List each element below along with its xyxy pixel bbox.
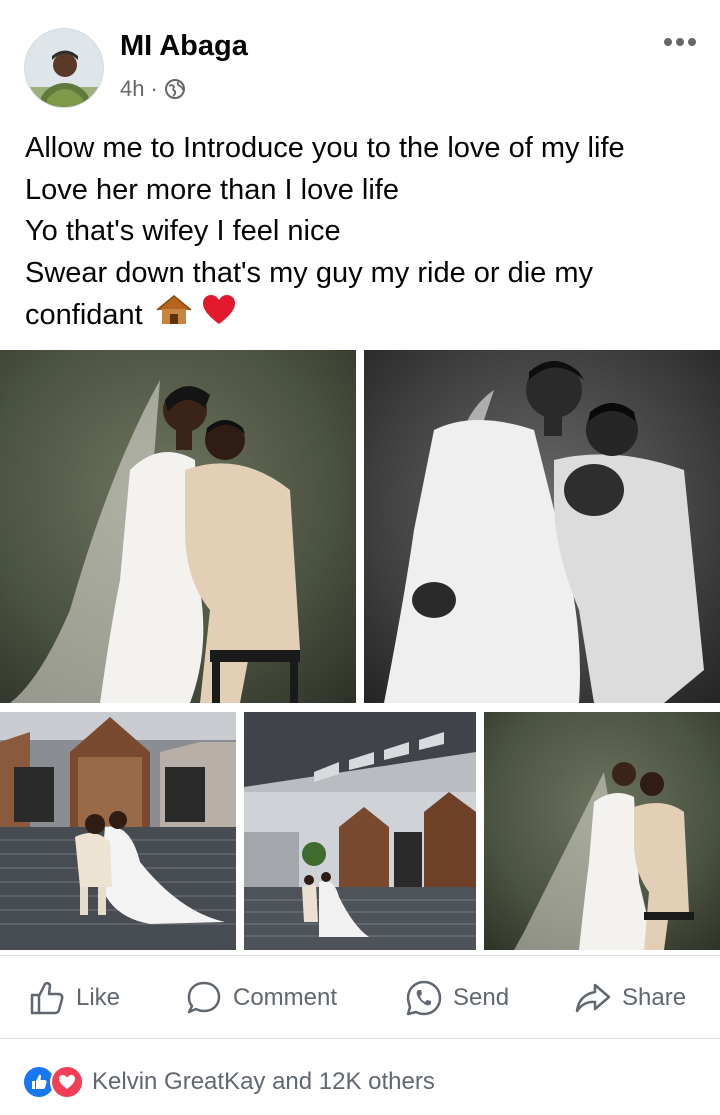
more-dots-icon: [664, 38, 696, 46]
post-text: Allow me to Introduce you to the love of…: [25, 128, 705, 339]
share-arrow-icon: [575, 983, 611, 1013]
hut-emoji-icon: [155, 294, 193, 339]
send-label: Send: [453, 984, 510, 1011]
red-heart-emoji-icon: [201, 294, 237, 339]
comment-label: Comment: [233, 984, 338, 1011]
post-line: Yo that's wifey I feel nice: [25, 215, 341, 247]
whatsapp-icon: [406, 980, 442, 1016]
photo-couple-portrait-bw[interactable]: [364, 350, 720, 703]
share-label: Share: [622, 984, 687, 1011]
photo-grid: [0, 350, 720, 950]
post-meta: 4h ·: [120, 76, 186, 102]
reactions-text: Kelvin GreatKay and 12K others: [92, 1068, 435, 1095]
post-line-last: confidant: [25, 294, 705, 339]
photo-couple-portrait-small[interactable]: [484, 712, 720, 950]
comment-bubble-icon: [187, 981, 221, 1014]
photo-couple-church-wide[interactable]: [244, 712, 476, 950]
post-time[interactable]: 4h: [120, 76, 144, 102]
globe-icon: [164, 78, 186, 100]
comment-button[interactable]: Comment: [185, 956, 337, 1040]
photo-couple-church-steps[interactable]: [0, 712, 236, 950]
thumbs-up-icon: [30, 981, 64, 1015]
reactions-summary[interactable]: Kelvin GreatKay and 12K others: [22, 1064, 435, 1100]
photo-couple-portrait-color[interactable]: [0, 350, 356, 703]
post-actions-bar: Like Comment Send Share: [0, 955, 720, 1039]
send-button[interactable]: Send: [405, 956, 509, 1040]
post-line: confidant: [25, 298, 143, 331]
post-header: MI Abaga 4h ·: [0, 0, 720, 120]
love-reaction-icon: [50, 1065, 84, 1099]
more-options-button[interactable]: [662, 28, 698, 56]
author-name[interactable]: MI Abaga: [120, 30, 248, 63]
post-line: Swear down that's my guy my ride or die …: [25, 256, 594, 289]
post-line: Love her more than I love life: [25, 173, 399, 206]
meta-separator: ·: [150, 76, 158, 101]
reaction-icons: [22, 1064, 94, 1100]
like-button[interactable]: Like: [28, 956, 120, 1040]
avatar[interactable]: [24, 28, 104, 108]
post-line: Allow me to Introduce you to the love of…: [25, 132, 625, 164]
like-label: Like: [76, 984, 121, 1011]
share-button[interactable]: Share: [574, 956, 686, 1040]
